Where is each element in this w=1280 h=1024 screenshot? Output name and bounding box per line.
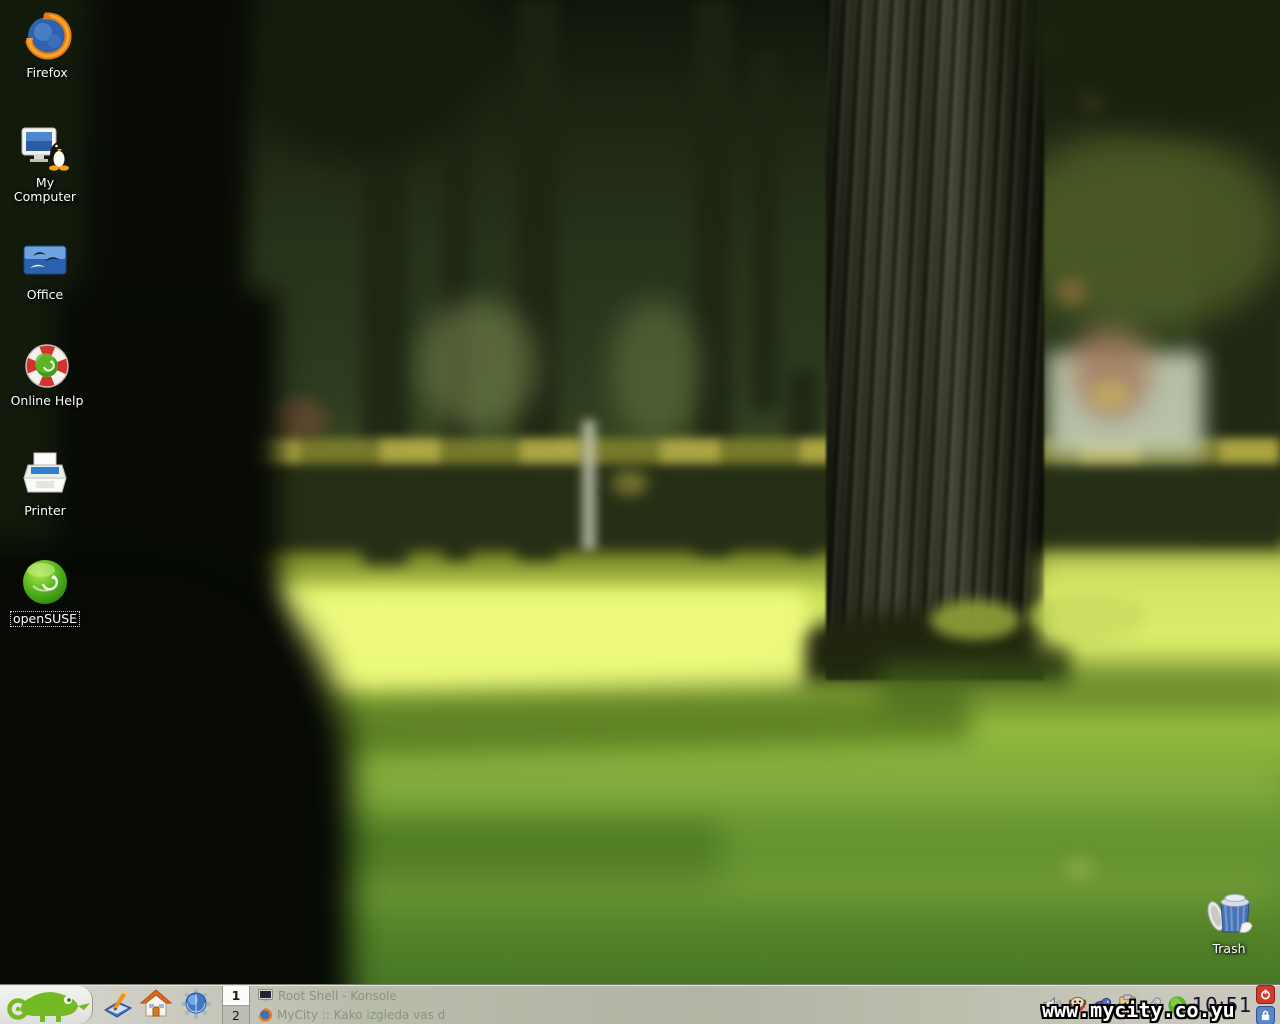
wallpaper-main-trunk [826, 0, 1044, 680]
konsole-icon [258, 989, 273, 1002]
pager-desktop-2[interactable]: 2 [223, 1005, 249, 1024]
desktop-icon-opensuse[interactable]: openSUSE [6, 556, 84, 628]
printer-icon [23, 452, 67, 493]
wallpaper-pole [582, 420, 596, 550]
opensuse-icon [23, 560, 67, 604]
task-title-fade [662, 1005, 722, 1024]
wallpaper-bokeh [612, 470, 648, 496]
wallpaper-shadow [880, 660, 1280, 714]
wallpaper-bokeh [1090, 380, 1130, 410]
wallpaper-bokeh [1056, 278, 1086, 306]
wallpaper-mow-stripe [300, 868, 1280, 908]
wallpaper-tree [752, 50, 778, 410]
pager-desktop-1[interactable]: 1 [223, 986, 249, 1005]
launcher-notes[interactable] [102, 988, 134, 1020]
desktop-icon-label: Firefox [26, 65, 68, 80]
wallpaper-forest [0, 0, 1280, 1024]
desktop-icon-my-computer[interactable]: My Computer [6, 122, 84, 205]
online-help-icon [25, 344, 69, 388]
task-title: Root Shell - Konsole [278, 988, 397, 1003]
firefox-small-icon [258, 1007, 272, 1022]
watermark-text: www.mycity.co.yu [1042, 998, 1235, 1022]
home-folder-icon [139, 989, 173, 1017]
task-firefox-mycity[interactable]: MyCity :: Kako izgleda vas d [252, 1005, 722, 1024]
lock-screen-icon[interactable] [1256, 1006, 1275, 1024]
task-title: MyCity :: Kako izgleda vas d [277, 1007, 446, 1022]
desktop-icon-online-help[interactable]: Online Help [8, 340, 86, 408]
office-icon [23, 245, 67, 275]
launcher-konqueror[interactable] [180, 988, 212, 1020]
wallpaper-light-gap [610, 300, 700, 440]
wallpaper-foliage [1005, 130, 1280, 330]
kmenu-button[interactable] [0, 986, 93, 1024]
desktop-icon-label: My Computer [13, 175, 77, 205]
desktop-icon-label: Trash [1212, 941, 1246, 956]
firefox-icon [25, 12, 72, 60]
wallpaper-grass-tuft [930, 600, 1020, 640]
task-konsole[interactable]: Root Shell - Konsole [252, 986, 722, 1005]
desktop-icon-label: Printer [24, 503, 66, 518]
wallpaper-light-gap [418, 300, 538, 430]
desktop-screen: Firefox My Computer Office Online Help P… [0, 0, 1280, 1024]
chameleon-icon [7, 992, 90, 1022]
konqueror-globe-icon [181, 989, 211, 1019]
notes-pencil-icon [104, 990, 133, 1018]
task-list: Root Shell - Konsole MyCity :: Kako izgl… [252, 986, 722, 1024]
desktop-pager: 1 2 [222, 986, 250, 1024]
desktop-icon-label: Office [26, 287, 64, 302]
desktop-icon-printer[interactable]: Printer [6, 450, 84, 518]
wallpaper-sunlit-grass [1040, 556, 1280, 652]
desktop-icon-firefox[interactable]: Firefox [8, 10, 86, 80]
desktop-icon-office[interactable]: Office [6, 238, 84, 302]
power-logout-icon[interactable] [1256, 985, 1275, 1004]
session-buttons [1256, 985, 1275, 1024]
wallpaper-hedge [230, 450, 1280, 550]
desktop-icon-label-selected: openSUSE [9, 611, 81, 628]
wallpaper-canopy [1020, 0, 1280, 130]
desktop-icon-trash[interactable]: Trash [1190, 886, 1268, 956]
trash-icon [1207, 894, 1253, 933]
launcher-home[interactable] [139, 988, 173, 1020]
desktop-icon-label: Online Help [10, 393, 84, 408]
my-computer-icon [21, 127, 69, 171]
